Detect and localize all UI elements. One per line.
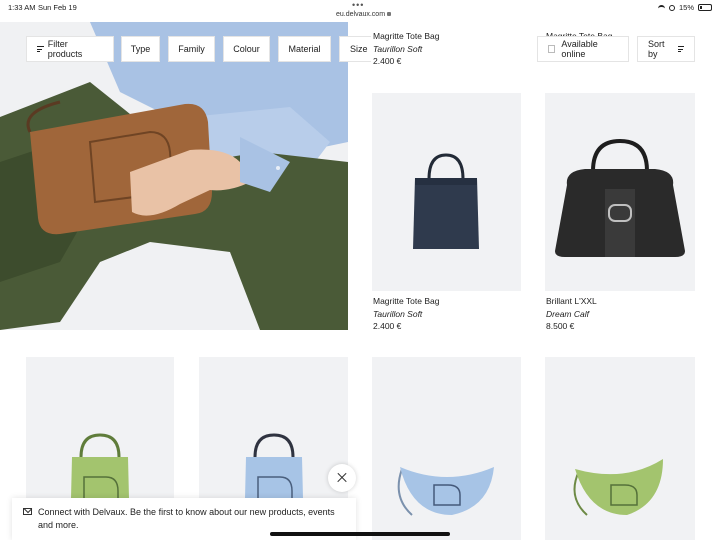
product-price: 2.400 € (373, 321, 402, 331)
available-online-label: Available online (561, 39, 598, 59)
status-time: 1:33 AM (8, 3, 36, 12)
product-image-green-pouch[interactable] (545, 357, 695, 540)
product-name[interactable]: Magritte Tote Bag (373, 296, 439, 306)
product-material: Taurillon Soft (373, 44, 423, 54)
newsletter-text: Connect with Delvaux. Be the first to kn… (38, 507, 335, 530)
status-indicators: 15% (657, 3, 712, 12)
close-popup-button[interactable] (328, 464, 356, 492)
rotation-lock-icon (668, 4, 675, 11)
filter-colour-label: Colour (233, 44, 260, 54)
battery-percent: 15% (678, 3, 694, 12)
available-online-toggle[interactable]: Available online (537, 36, 629, 62)
url-bar[interactable]: eu.delvaux.com (336, 11, 392, 18)
multitask-dots-icon[interactable]: ••• (352, 0, 364, 10)
navy-tote-bag-image (413, 153, 479, 249)
filter-family-label: Family (178, 44, 205, 54)
filter-size-button[interactable]: Size (339, 36, 371, 62)
product-image-magritte-tote[interactable] (372, 93, 521, 291)
filter-material-button[interactable]: Material (278, 36, 331, 62)
product-material: Dream Calf (546, 309, 589, 319)
product-name[interactable]: Brillant L'XXL (546, 296, 597, 306)
status-bar: 1:33 AM Sun Feb 19 ••• eu.delvaux.com 15… (0, 0, 720, 22)
product-price: 2.400 € (373, 56, 402, 66)
filter-type-label: Type (130, 44, 151, 54)
product-image-brillant-xxl[interactable] (545, 93, 695, 291)
filter-products-button[interactable]: Filter products (26, 36, 114, 62)
green-pouch-bag-image (573, 459, 663, 516)
status-date: Sun Feb 19 (38, 3, 77, 12)
product-material: Taurillon Soft (373, 309, 423, 319)
filter-size-label: Size (350, 44, 368, 54)
product-price: 8.500 € (546, 321, 575, 331)
sort-lines-icon (677, 45, 684, 54)
hero-illustration (0, 22, 348, 330)
blue-pouch-bag-image (397, 467, 494, 516)
filter-type-button[interactable]: Type (121, 36, 160, 62)
lock-icon (387, 12, 392, 17)
sort-by-button[interactable]: Sort by (637, 36, 695, 62)
sort-by-label: Sort by (648, 39, 665, 59)
mail-icon (23, 508, 32, 515)
battery-icon (698, 4, 712, 11)
filter-products-label: Filter products (47, 39, 83, 59)
hero-lifestyle-image[interactable] (0, 22, 348, 330)
black-brillant-bag-image (555, 138, 685, 257)
product-image-blue-pouch[interactable] (372, 357, 521, 540)
filter-colour-button[interactable]: Colour (223, 36, 270, 62)
home-indicator[interactable] (270, 532, 450, 536)
url-text: eu.delvaux.com (336, 11, 386, 18)
filter-family-button[interactable]: Family (168, 36, 215, 62)
available-online-checkbox[interactable] (548, 45, 556, 53)
wifi-icon (657, 4, 665, 11)
product-name[interactable]: Magritte Tote Bag (373, 31, 439, 41)
filter-lines-icon (37, 45, 44, 54)
filter-material-label: Material (288, 44, 321, 54)
